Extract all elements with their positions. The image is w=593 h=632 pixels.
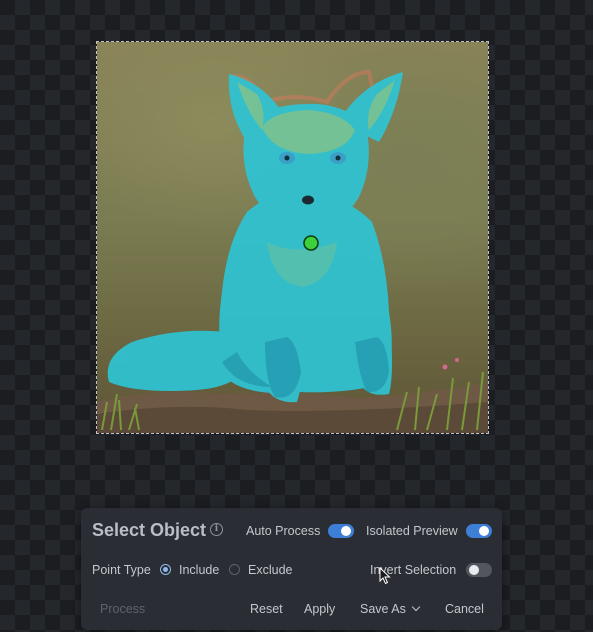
process-button[interactable]: Process <box>100 602 145 616</box>
auto-process-toggle[interactable] <box>328 524 354 538</box>
reset-button[interactable]: Reset <box>250 602 283 616</box>
save-as-label: Save As <box>360 602 406 616</box>
include-radio[interactable] <box>160 564 171 575</box>
point-type-label: Point Type <box>92 563 151 577</box>
exclude-radio[interactable] <box>229 564 240 575</box>
info-icon[interactable]: i <box>210 523 223 536</box>
isolated-preview-toggle[interactable] <box>466 524 492 538</box>
include-point-marker <box>303 235 319 251</box>
fox-image <box>97 69 488 433</box>
select-object-panel: Select Object i Auto Process Isolated Pr… <box>81 508 502 630</box>
save-as-button[interactable]: Save As <box>360 602 421 616</box>
mouse-cursor-icon <box>379 567 391 585</box>
chevron-down-icon <box>411 602 421 612</box>
include-label[interactable]: Include <box>179 563 219 577</box>
cancel-button[interactable]: Cancel <box>445 602 484 616</box>
isolated-preview-label: Isolated Preview <box>366 524 458 538</box>
panel-title: Select Object <box>92 520 207 540</box>
image-canvas[interactable] <box>96 41 489 434</box>
exclude-label[interactable]: Exclude <box>248 563 292 577</box>
apply-button[interactable]: Apply <box>304 602 335 616</box>
auto-process-label: Auto Process <box>246 524 321 538</box>
invert-selection-toggle[interactable] <box>466 563 492 577</box>
